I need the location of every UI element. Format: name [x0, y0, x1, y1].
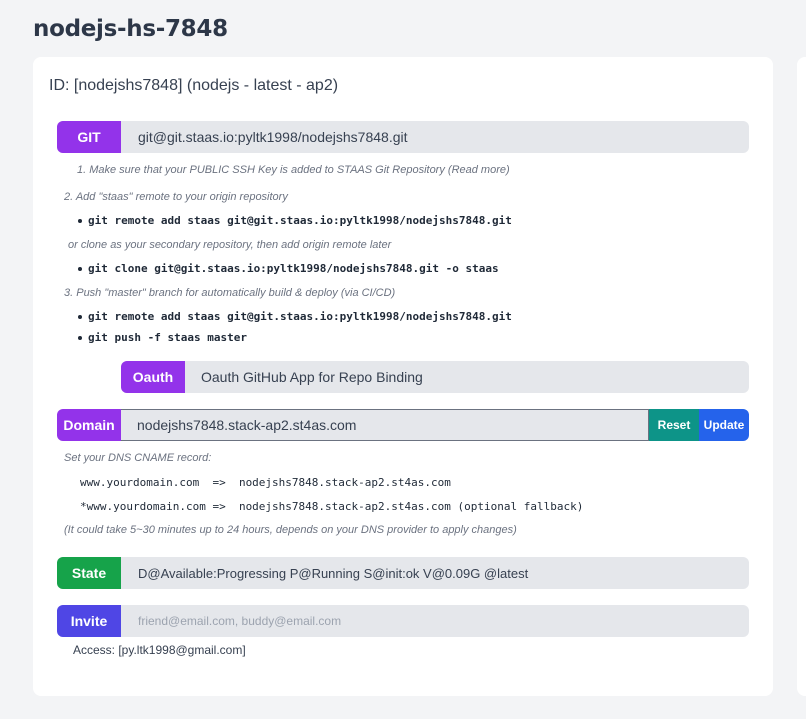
cmd-remote-add-2: git remote add staas git@git.staas.io:py…	[88, 310, 512, 323]
git-row: GIT git@git.staas.io:pyltk1998/nodejshs7…	[57, 121, 749, 153]
reset-button[interactable]: Reset	[649, 409, 699, 441]
bullet	[78, 219, 82, 223]
git-or-clone: or clone as your secondary repository, t…	[68, 239, 392, 251]
app-card: ID: [nodejshs7848] (nodejs - latest - ap…	[33, 57, 773, 696]
oauth-text[interactable]: Oauth GitHub App for Repo Binding	[185, 361, 749, 393]
cmd-clone: git clone git@git.staas.io:pyltk1998/nod…	[88, 262, 499, 275]
invite-label: Invite	[57, 605, 121, 637]
domain-row: Domain Reset Update	[57, 409, 749, 441]
bullet	[78, 267, 82, 271]
page-title: nodejs-hs-7848	[33, 16, 228, 42]
app-id-line: ID: [nodejshs7848] (nodejs - latest - ap…	[49, 77, 339, 94]
access-list: Access: [py.ltk1998@gmail.com]	[73, 643, 246, 657]
bullet	[78, 336, 82, 340]
side-panel-edge	[797, 57, 806, 696]
domain-input[interactable]	[121, 409, 649, 441]
git-step-2: 2. Add "staas" remote to your origin rep…	[64, 191, 288, 203]
update-button[interactable]: Update	[699, 409, 749, 441]
git-url[interactable]: git@git.staas.io:pyltk1998/nodejshs7848.…	[121, 121, 749, 153]
state-row: State D@Available:Progressing P@Running …	[57, 557, 749, 589]
invite-row: Invite	[57, 605, 749, 637]
cmd-push: git push -f staas master	[88, 331, 247, 344]
dns-timing-note: (It could take 5~30 minutes up to 24 hou…	[64, 524, 517, 536]
bullet	[78, 315, 82, 319]
dns-record-2: *www.yourdomain.com => nodejshs7848.stac…	[80, 500, 584, 513]
git-step-3: 3. Push "master" branch for automaticall…	[64, 287, 396, 299]
dns-cname-note: Set your DNS CNAME record:	[64, 452, 212, 464]
git-step-1: 1. Make sure that your PUBLIC SSH Key is…	[77, 164, 510, 176]
domain-label: Domain	[57, 409, 121, 441]
oauth-row[interactable]: Oauth Oauth GitHub App for Repo Binding	[121, 361, 749, 393]
oauth-label[interactable]: Oauth	[121, 361, 185, 393]
state-text: D@Available:Progressing P@Running S@init…	[138, 565, 529, 581]
cmd-remote-add: git remote add staas git@git.staas.io:py…	[88, 214, 512, 227]
dns-record-1: www.yourdomain.com => nodejshs7848.stack…	[80, 476, 451, 489]
state-label: State	[57, 557, 121, 589]
invite-input[interactable]	[121, 605, 749, 637]
git-label: GIT	[57, 121, 121, 153]
